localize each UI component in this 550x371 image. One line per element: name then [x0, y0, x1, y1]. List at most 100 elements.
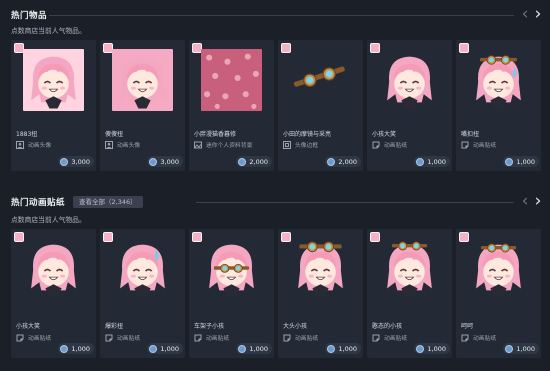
points-coin-icon — [149, 344, 158, 353]
item-name: 傻傻扭 — [105, 131, 124, 138]
price-value: 1,000 — [516, 344, 535, 353]
item-card[interactable]: 小孩大笑 动画贴纸 1,000 — [11, 229, 96, 358]
item-type-label: 动画头像 — [28, 143, 52, 149]
item-name: 车架子小孩 — [194, 323, 225, 330]
item-type: 动画贴纸 — [372, 140, 407, 149]
price-value: 1,000 — [427, 157, 446, 166]
chevron-left-icon[interactable]: ‹ — [520, 6, 530, 23]
item-preview — [201, 49, 262, 111]
item-preview — [112, 49, 173, 111]
points-coin-icon — [238, 344, 247, 353]
points-coin-icon — [505, 344, 514, 353]
item-type-label: 动画贴纸 — [473, 143, 497, 149]
item-type-label: 动画贴纸 — [384, 336, 408, 342]
price-value: 1,000 — [249, 344, 268, 353]
price-value: 1,000 — [516, 157, 535, 166]
section-subtitle: 点数商店当前人气物品。 — [11, 216, 86, 224]
sticker-icon — [461, 141, 469, 148]
points-coin-icon — [505, 157, 514, 166]
item-type: 动画头像 — [105, 140, 140, 149]
item-type: 动画贴纸 — [372, 333, 407, 342]
item-name: 小胖漫猫香暮修 — [194, 131, 237, 138]
price-value: 1,000 — [71, 344, 90, 353]
item-preview — [23, 49, 84, 111]
item-type: 头像边框 — [283, 140, 318, 149]
item-name: 憨态的小孩 — [372, 323, 403, 330]
price-tag[interactable]: 1,000 — [503, 343, 539, 354]
price-tag[interactable]: 2,000 — [325, 156, 361, 167]
divider — [196, 202, 514, 203]
item-preview — [468, 237, 529, 299]
section-title: 热门动画贴纸 — [11, 198, 66, 208]
item-type-label: 迷你个人资料背景 — [206, 143, 253, 149]
price-tag[interactable]: 2,000 — [236, 156, 272, 167]
chevron-right-icon[interactable]: › — [533, 6, 543, 23]
sticker-icon — [194, 334, 202, 341]
sticker-icon — [372, 334, 380, 341]
item-name: 小孩大笑 — [372, 131, 397, 138]
animated-stickers-section: 热门动画贴纸 查看全部（2,346） ‹ › 点数商店当前人气物品。 小孩大笑 … — [0, 190, 550, 371]
price-value: 1,000 — [160, 344, 179, 353]
price-tag[interactable]: 1,000 — [58, 343, 94, 354]
avatar-icon — [16, 140, 24, 149]
price-tag[interactable]: 3,000 — [147, 156, 183, 167]
item-card[interactable]: 小胖漫猫香暮修 迷你个人资料背景 2,000 — [189, 40, 274, 171]
points-coin-icon — [60, 157, 69, 166]
item-type: 动画贴纸 — [194, 333, 229, 342]
sticker-icon — [461, 334, 469, 341]
points-coin-icon — [327, 344, 336, 353]
view-all-button[interactable]: 查看全部（2,346） — [73, 196, 143, 208]
item-type: 迷你个人资料背景 — [194, 140, 252, 149]
avatar-frame-icon — [283, 140, 291, 149]
item-card[interactable]: 憨态的小孩 动画贴纸 1,000 — [367, 229, 452, 358]
price-tag[interactable]: 1,000 — [414, 156, 450, 167]
points-coin-icon — [60, 344, 69, 353]
item-type-label: 动画贴纸 — [28, 336, 52, 342]
item-name: 呵呵 — [461, 323, 474, 330]
item-card[interactable]: 小孩大笑 动画贴纸 1,000 — [367, 40, 452, 171]
price-value: 2,000 — [249, 157, 268, 166]
item-type: 动画头像 — [16, 140, 51, 149]
item-name: 1883扭 — [16, 131, 38, 138]
section-header: 热门动画贴纸 查看全部（2,346） ‹ › — [11, 193, 550, 212]
price-tag[interactable]: 1,000 — [414, 343, 450, 354]
item-preview — [201, 237, 262, 299]
price-tag[interactable]: 1,000 — [236, 343, 272, 354]
item-type-label: 动画贴纸 — [117, 336, 141, 342]
price-value: 3,000 — [71, 157, 90, 166]
divider — [49, 15, 514, 16]
price-value: 1,000 — [338, 344, 357, 353]
price-tag[interactable]: 1,000 — [503, 156, 539, 167]
item-preview — [112, 237, 173, 299]
item-type-label: 动画贴纸 — [473, 336, 497, 342]
chevron-left-icon[interactable]: ‹ — [520, 193, 530, 210]
item-type-label: 动画头像 — [117, 143, 141, 149]
section-subtitle: 点数商店当前人气物品。 — [11, 27, 86, 35]
item-name: 大头小孩 — [283, 323, 308, 330]
item-preview — [468, 49, 529, 111]
item-card[interactable]: 傻傻扭 动画头像 3,000 — [100, 40, 185, 171]
item-preview — [290, 49, 351, 111]
item-card[interactable]: 嘴扣扭 动画贴纸 1,000 — [456, 40, 541, 171]
price-tag[interactable]: 1,000 — [325, 343, 361, 354]
points-coin-icon — [416, 157, 425, 166]
sticker-icon — [16, 334, 24, 341]
item-type-label: 动画贴纸 — [295, 336, 319, 342]
item-card[interactable]: 车架子小孩 动画贴纸 1,000 — [189, 229, 274, 358]
price-tag[interactable]: 1,000 — [147, 343, 183, 354]
section-header: 热门物品 ‹ › — [11, 6, 550, 25]
item-card[interactable]: 大头小孩 动画贴纸 1,000 — [278, 229, 363, 358]
section-title: 热门物品 — [11, 11, 48, 21]
points-coin-icon — [327, 157, 336, 166]
price-value: 2,000 — [338, 157, 357, 166]
profile-background-icon — [194, 141, 202, 148]
item-card[interactable]: 爆彩扭 动画贴纸 1,000 — [100, 229, 185, 358]
item-card[interactable]: 1883扭 动画头像 3,000 — [11, 40, 96, 171]
item-name: 小孩大笑 — [16, 323, 41, 330]
sticker-icon — [105, 334, 113, 341]
item-card[interactable]: 小田的摩镜与采亮 头像边框 2,000 — [278, 40, 363, 171]
chevron-right-icon[interactable]: › — [533, 193, 543, 210]
item-card[interactable]: 呵呵 动画贴纸 1,000 — [456, 229, 541, 358]
price-tag[interactable]: 3,000 — [58, 156, 94, 167]
points-coin-icon — [149, 157, 158, 166]
